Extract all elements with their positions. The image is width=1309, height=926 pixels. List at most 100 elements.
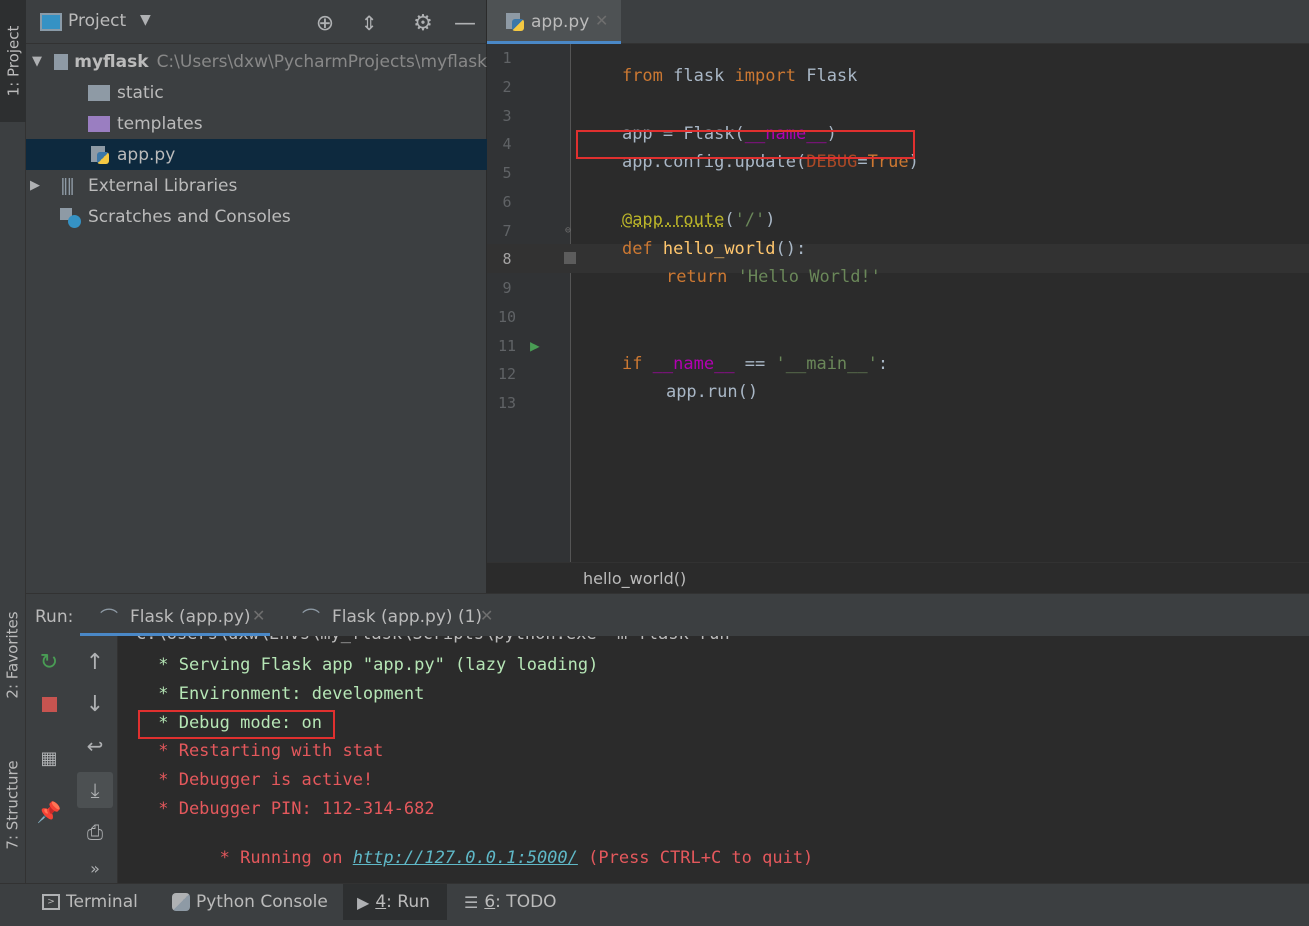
identifier: flask (662, 66, 735, 86)
project-panel: Project ▼ ⊕ ⇕ ⚙ — ▼ myflask C:\Users\dxw… (26, 0, 487, 593)
code-line-8: return 'Hello World!' (625, 247, 881, 307)
keyword: from (621, 66, 663, 86)
string: '__main__' (775, 354, 878, 374)
project-path: C:\Users\dxw\PycharmProjects\myflask (156, 51, 487, 72)
close-icon[interactable]: ✕ (595, 11, 608, 30)
console-output[interactable]: C:\Users\dxw\Envs\my_flask\Scripts\pytho… (26, 636, 1309, 884)
tab-todo[interactable]: ☰ 6: TODO (456, 884, 566, 920)
gear-icon[interactable]: ⚙ (410, 10, 436, 36)
tree-item-label: static (117, 82, 164, 103)
code-line-12: app.run() (625, 362, 758, 422)
project-panel-title[interactable]: Project (68, 11, 126, 31)
console-command-line: C:\Users\dxw\Envs\my_flask\Scripts\pytho… (136, 636, 730, 644)
tree-item-label: Scratches and Consoles (88, 206, 291, 227)
code-editor[interactable]: 1 2 3 4 5 6 7 8 9 10 11 12 13 ▶ ⊖ from f… (487, 44, 1309, 562)
close-icon[interactable]: ✕ (480, 606, 493, 625)
tab-label: Terminal (66, 892, 138, 912)
close-icon[interactable]: ✕ (252, 606, 265, 625)
console-line: * Restarting with stat (148, 741, 384, 761)
line-number: 9 (502, 279, 512, 297)
line-number: 6 (502, 193, 512, 211)
tree-item-scratches[interactable]: Scratches and Consoles (26, 201, 487, 232)
chevron-down-icon[interactable]: ▼ (140, 12, 151, 28)
run-tab-flask[interactable]: ⌒ Flask (app.py) ✕ (80, 594, 270, 636)
console-line: * Environment: development (148, 684, 425, 704)
tab-label: Python Console (196, 892, 328, 912)
keyword: import (734, 66, 796, 86)
console-line: * Debugger is active! (148, 770, 374, 790)
tab-favorites-tool[interactable]: 2: Favorites (0, 590, 26, 720)
fold-end-icon[interactable] (564, 252, 576, 264)
run-panel: Run: ⌒ Flask (app.py) ✕ ⌒ Flask (app.py)… (26, 593, 1309, 884)
highlight-box-debug-config (576, 130, 915, 159)
line-number: 13 (497, 394, 517, 412)
line-number: 5 (502, 164, 512, 182)
identifier: Flask (795, 66, 858, 86)
tab-mnemonic: 6 (484, 892, 496, 912)
run-gutter-icon[interactable]: ▶ (530, 336, 540, 355)
tree-item-static[interactable]: static (26, 77, 487, 108)
keyword: return (665, 267, 728, 287)
console-line: * Debugger PIN: 112-314-682 (148, 799, 435, 819)
tree-item-external-libraries[interactable]: ▶ ‖‖ External Libraries (26, 170, 487, 201)
tree-item-app-py[interactable]: app.py (26, 139, 487, 170)
list-icon: ☰ (464, 892, 479, 912)
run-label: Run: (35, 607, 74, 627)
python-console-icon (172, 893, 190, 911)
scratches-icon (60, 206, 82, 228)
library-icon: ‖‖ (60, 175, 75, 196)
tab-terminal[interactable]: > Terminal (34, 884, 152, 920)
tree-item-myflask[interactable]: ▼ myflask C:\Users\dxw\PycharmProjects\m… (26, 46, 487, 77)
code-line-1: from flask import Flask (581, 46, 857, 106)
collapse-all-icon[interactable]: ⇕ (356, 10, 382, 36)
run-tab-label: Flask (app.py) (1) (332, 607, 483, 627)
terminal-icon: > (42, 894, 60, 910)
structure-tool-label: 7: Structure (4, 760, 22, 850)
tree-item-label: app.py (117, 144, 176, 165)
tree-item-templates[interactable]: templates (26, 108, 487, 139)
tab-project-tool[interactable]: 1: Project (0, 0, 26, 122)
punct: : (877, 354, 889, 374)
tab-python-console[interactable]: Python Console (164, 884, 334, 920)
run-tab-flask-1[interactable]: ⌒ Flask (app.py) (1) ✕ (282, 594, 502, 636)
run-panel-header: Run: ⌒ Flask (app.py) ✕ ⌒ Flask (app.py)… (26, 594, 1309, 636)
line-number: 1 (502, 49, 512, 67)
expand-arrow-icon[interactable]: ▶ (30, 178, 48, 193)
tab-structure-tool[interactable]: 7: Structure (0, 735, 26, 875)
highlight-box-debug-mode (138, 710, 335, 739)
python-file-icon (505, 12, 525, 32)
console-text: * Running on (209, 848, 353, 868)
breadcrumb: hello_world() (487, 562, 1309, 593)
flask-run-icon: ⌒ (100, 608, 118, 629)
console-line: * Serving Flask app "app.py" (lazy loadi… (148, 655, 599, 675)
identifier: app.run() (665, 382, 759, 402)
line-number: 12 (497, 365, 517, 383)
tree-item-label: templates (117, 113, 203, 134)
console-url-link[interactable]: http://127.0.0.1:5000/ (353, 848, 578, 868)
line-number: 11 (497, 337, 517, 355)
project-view-icon (40, 13, 62, 31)
editor-tab-label: app.py (531, 12, 590, 32)
python-file-icon (90, 145, 110, 165)
editor-tab-bar: app.py ✕ (487, 0, 1309, 44)
tree-item-label: External Libraries (88, 175, 238, 196)
line-number: 2 (502, 78, 512, 96)
favorites-tool-label: 2: Favorites (4, 611, 22, 699)
bottom-tool-bar: > Terminal Python Console ▶ 4: Run ☰ 6: … (0, 883, 1309, 926)
editor-tab-app-py[interactable]: app.py ✕ (487, 0, 621, 44)
tab-run[interactable]: ▶ 4: Run (343, 884, 447, 920)
breadcrumb-item[interactable]: hello_world() (583, 569, 686, 588)
locate-icon[interactable]: ⊕ (312, 10, 338, 36)
fold-icon[interactable]: ⊖ (565, 225, 571, 236)
hide-panel-icon[interactable]: — (452, 10, 478, 36)
tab-label: : Run (386, 892, 430, 912)
folder-icon (53, 53, 69, 70)
run-tab-label: Flask (app.py) (130, 607, 251, 627)
templates-folder-icon (88, 115, 110, 132)
string: 'Hello World!' (727, 267, 881, 287)
flask-run-icon: ⌒ (302, 608, 320, 629)
console-text: (Press CTRL+C to quit) (577, 848, 814, 868)
console-line-running: * Running on http://127.0.0.1:5000/ (Pre… (148, 828, 814, 884)
tab-label: : TODO (495, 892, 557, 912)
expand-arrow-icon[interactable]: ▼ (32, 54, 44, 69)
